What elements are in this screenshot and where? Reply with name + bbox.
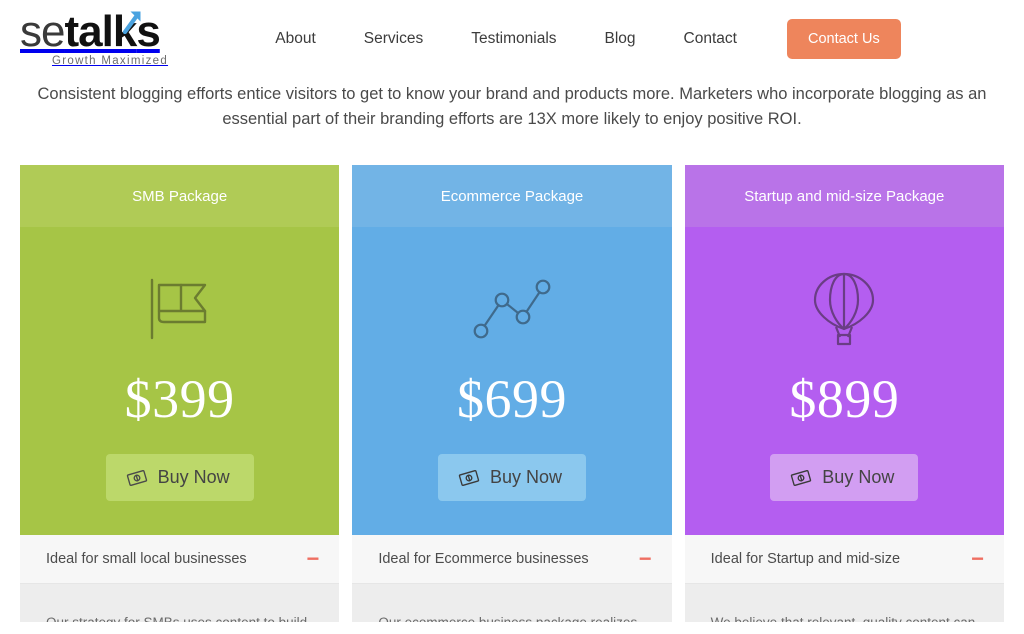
accordion-header-ecommerce[interactable]: Ideal for Ecommerce businesses − xyxy=(352,535,672,585)
card-header-startup: Startup and mid-size Package xyxy=(684,165,1004,228)
minus-icon[interactable]: − xyxy=(971,548,988,570)
accordion-header-startup[interactable]: Ideal for Startup and mid-size − xyxy=(684,535,1004,585)
nav-item-services[interactable]: Services xyxy=(340,24,447,54)
buy-now-label: Buy Now xyxy=(822,467,895,488)
line-chart-icon xyxy=(471,270,553,348)
flag-icon xyxy=(145,270,215,348)
pricing-card-smb: SMB Package $399 Buy Now Ideal for small… xyxy=(20,165,340,623)
buy-now-button-smb[interactable]: Buy Now xyxy=(105,454,254,502)
accordion-panel-smb: Our strategy for SMBs uses content to bu… xyxy=(20,584,340,623)
card-title: Startup and mid-size Package xyxy=(744,187,945,205)
card-header-ecommerce: Ecommerce Package xyxy=(352,165,672,228)
money-icon xyxy=(458,469,480,487)
logo-arrow-icon xyxy=(122,11,141,35)
nav-item-contact[interactable]: Contact xyxy=(660,24,761,54)
money-icon xyxy=(790,469,812,487)
card-body-smb: $399 Buy Now xyxy=(20,227,340,536)
main-navigation: About Services Testimonials Blog Contact… xyxy=(180,19,972,59)
contact-us-button[interactable]: Contact Us xyxy=(786,19,901,59)
logo-text-light: se xyxy=(20,7,65,57)
card-price: $699 xyxy=(456,369,567,430)
card-header-smb: SMB Package xyxy=(20,165,340,228)
nav-item-about[interactable]: About xyxy=(251,24,340,54)
pricing-cards-row: SMB Package $399 Buy Now Ideal for small… xyxy=(0,165,1024,623)
nav-item-blog[interactable]: Blog xyxy=(581,24,660,54)
card-price: $399 xyxy=(124,369,235,430)
accordion-title: Ideal for Startup and mid-size xyxy=(710,551,901,568)
logo-tagline: Growth Maximized xyxy=(52,55,169,68)
nav-item-testimonials[interactable]: Testimonials xyxy=(447,24,580,54)
accordion-panel-startup: We believe that relevant, quality conten… xyxy=(684,584,1004,623)
card-title: Ecommerce Package xyxy=(440,187,584,205)
minus-icon[interactable]: − xyxy=(306,548,323,570)
pricing-card-startup: Startup and mid-size Package $899 Buy No… xyxy=(684,165,1004,623)
intro-paragraph: Consistent blogging efforts entice visit… xyxy=(37,85,987,129)
logo-wordmark: setalks xyxy=(20,7,161,57)
card-body-ecommerce: $699 Buy Now xyxy=(352,227,672,536)
accordion-body-text: Our strategy for SMBs uses content to bu… xyxy=(46,612,313,622)
accordion-title: Ideal for Ecommerce businesses xyxy=(378,551,589,568)
buy-now-label: Buy Now xyxy=(489,467,562,488)
card-body-startup: $899 Buy Now xyxy=(684,227,1004,536)
accordion-title: Ideal for small local businesses xyxy=(46,551,247,568)
accordion-body-text: Our ecommerce business package realizes … xyxy=(378,612,645,622)
site-header: setalks Growth Maximized About Services … xyxy=(0,0,1024,78)
card-title: SMB Package xyxy=(132,187,228,205)
accordion-panel-ecommerce: Our ecommerce business package realizes … xyxy=(352,584,672,623)
buy-now-button-ecommerce[interactable]: Buy Now xyxy=(437,454,586,502)
accordion-header-smb[interactable]: Ideal for small local businesses − xyxy=(20,535,340,585)
buy-now-label: Buy Now xyxy=(157,467,230,488)
hot-air-balloon-icon xyxy=(811,270,877,348)
accordion-body-text: We believe that relevant, quality conten… xyxy=(711,612,978,622)
card-price: $899 xyxy=(789,369,900,430)
pricing-card-ecommerce: Ecommerce Package $699 Buy Now Ideal for… xyxy=(352,165,672,623)
buy-now-button-startup[interactable]: Buy Now xyxy=(770,454,919,502)
minus-icon[interactable]: − xyxy=(639,548,656,570)
site-logo[interactable]: setalks Growth Maximized xyxy=(20,10,180,68)
money-icon xyxy=(126,469,148,487)
